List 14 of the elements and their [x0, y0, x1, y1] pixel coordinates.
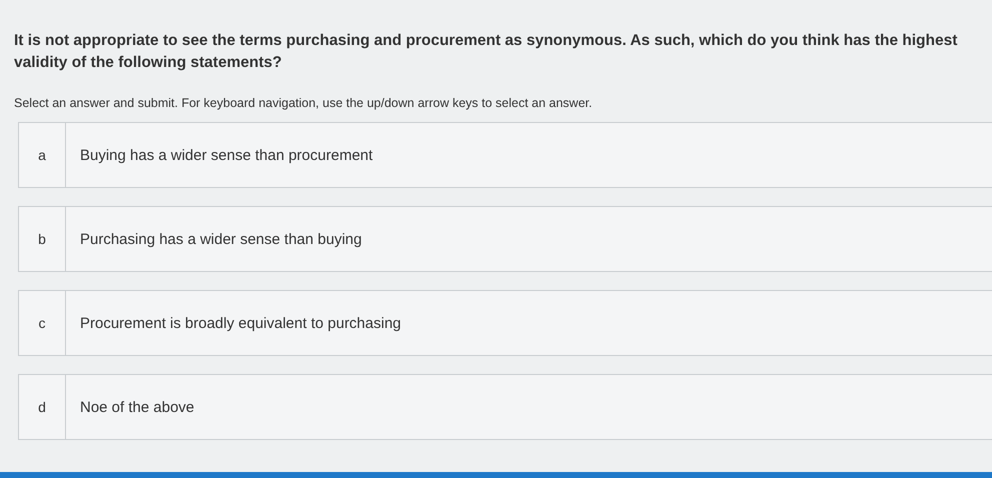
instructions-text: Select an answer and submit. For keyboard navigation, use the up/down arrow keys to select an answer.	[14, 96, 594, 110]
option-letter: b	[19, 207, 66, 271]
answer-option[interactable]: d Noe of the above	[18, 374, 992, 440]
answer-option[interactable]: c Procurement is broadly equivalent to purchasing	[18, 290, 992, 356]
answer-option[interactable]: b Purchasing has a wider sense than buying	[18, 206, 992, 272]
question-text: It is not appropriate to see the terms purchasing and procurement as synonymous. As such, which do you think has the highest validity of the following statements?	[14, 31, 958, 73]
option-letter: c	[19, 291, 66, 355]
option-letter: d	[19, 375, 66, 439]
option-letter: a	[19, 123, 66, 187]
option-text: Buying has a wider sense than procurement	[79, 146, 373, 166]
option-text: Noe of the above	[79, 398, 194, 418]
option-text: Purchasing has a wider sense than buying	[79, 230, 362, 250]
answer-option[interactable]: a Buying has a wider sense than procurement	[18, 122, 992, 188]
option-text: Procurement is broadly equivalent to purchasing	[79, 314, 402, 334]
